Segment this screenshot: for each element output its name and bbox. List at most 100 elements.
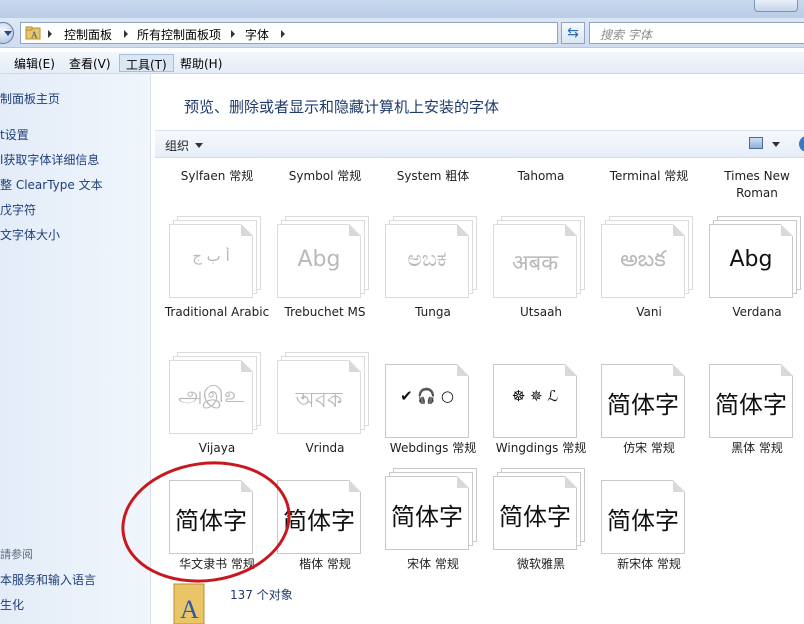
font-item-label[interactable]: Verdana	[703, 304, 804, 321]
font-item-label[interactable]: Trebuchet MS	[271, 304, 379, 321]
fonts-folder-icon: A	[173, 583, 205, 624]
menu-tools[interactable]: 工具(T)	[119, 54, 174, 72]
page-fold	[241, 480, 253, 492]
nav-link-cleartype[interactable]: 整 ClearType 文本	[0, 176, 103, 193]
menu-bar: 编辑(E) 查看(V) 工具(T) 帮助(H)	[0, 52, 804, 74]
font-item-label[interactable]: Times New Roman	[703, 168, 804, 202]
menu-edit[interactable]: 编辑(E)	[8, 54, 61, 72]
nav-link-text-services[interactable]: 本服务和输入语言	[0, 571, 96, 588]
breadcrumb-arrow-icon[interactable]	[281, 30, 285, 38]
font-sample-text: অবক	[295, 388, 343, 413]
font-item-label[interactable]: Sylfaen 常规	[163, 168, 271, 185]
font-item-icon[interactable]: অবক	[277, 350, 369, 438]
font-preview-page: అబక	[601, 224, 685, 298]
minimize-button[interactable]	[754, 0, 798, 12]
font-preview-page: 简体字	[169, 480, 253, 554]
font-sample-text: அஇஉ	[178, 383, 244, 408]
font-item-label[interactable]: System 粗体	[379, 168, 487, 185]
search-placeholder: 搜索 字体	[600, 28, 652, 42]
font-item-icon[interactable]: أ ب ج	[169, 214, 261, 302]
font-preview-page: 简体字	[493, 476, 577, 550]
font-item-icon[interactable]: 简体字	[385, 466, 477, 554]
font-item-label[interactable]: Vani	[595, 304, 703, 321]
change-view-icon[interactable]	[749, 137, 763, 149]
menu-help[interactable]: 帮助(H)	[174, 54, 228, 72]
nav-link-font-size[interactable]: 文字体大小	[0, 226, 60, 243]
help-icon[interactable]	[799, 136, 804, 152]
font-item-label[interactable]: Tunga	[379, 304, 487, 321]
folder-icon: A	[25, 26, 41, 40]
font-item-label[interactable]: 楷体 常规	[271, 556, 379, 573]
view-dropdown-icon[interactable]	[772, 142, 780, 147]
address-bar[interactable]: A 控制面板 所有控制面板项 字体	[20, 22, 571, 44]
font-sample-text: Abg	[729, 247, 773, 272]
font-item-icon[interactable]: अबक	[493, 214, 585, 302]
font-sample-text: 简体字	[283, 507, 355, 535]
page-fold	[457, 364, 469, 376]
font-preview-page: 简体字	[385, 476, 469, 550]
font-sample-text: Abg	[297, 247, 341, 272]
font-item-icon[interactable]: ಅಬಕ	[385, 214, 477, 302]
font-item-label[interactable]: 华文隶书 常规	[163, 556, 271, 573]
breadcrumb-arrow-icon[interactable]	[124, 30, 128, 38]
nav-link-control-panel-home[interactable]: 制面板主页	[0, 90, 60, 107]
font-item-label[interactable]: Tahoma	[487, 168, 595, 185]
svg-text:A: A	[31, 30, 38, 40]
command-bar: 组织	[155, 130, 804, 158]
nav-link-get-font-info[interactable]: l获取字体详细信息	[0, 151, 99, 168]
status-item-count: 137 个对象	[230, 588, 293, 602]
font-sample-text: ✔ 🎧 ○	[400, 387, 454, 405]
font-item-label[interactable]: Vijaya	[163, 440, 271, 457]
font-item-icon[interactable]: Abg	[709, 214, 801, 302]
font-item-icon[interactable]: 简体字	[709, 350, 801, 438]
font-preview-page: अबक	[493, 224, 577, 298]
font-item-icon[interactable]: 简体字	[601, 466, 693, 554]
font-item-label[interactable]: 宋体 常规	[379, 556, 487, 573]
font-item-icon[interactable]: అబక	[601, 214, 693, 302]
font-item-icon[interactable]: அஇஉ	[169, 350, 261, 438]
font-preview-page: ✔ 🎧 ○	[385, 364, 469, 438]
back-button[interactable]	[0, 22, 14, 44]
font-preview-page: أ ب ج	[169, 224, 253, 298]
page-fold	[673, 224, 685, 236]
font-item-icon[interactable]: ☸ ✵ ℒ	[493, 350, 585, 438]
search-input[interactable]: 搜索 字体	[589, 22, 804, 44]
font-item-label[interactable]: 微软雅黑	[487, 556, 595, 573]
font-item-label[interactable]: Symbol 常规	[271, 168, 379, 185]
font-sample-text: 简体字	[175, 507, 247, 535]
font-item-icon[interactable]: Abg	[277, 214, 369, 302]
breadcrumb-arrow-icon[interactable]	[231, 30, 235, 38]
font-preview-page: 简体字	[709, 364, 793, 438]
font-item-icon[interactable]: 简体字	[493, 466, 585, 554]
breadcrumb-all-items[interactable]: 所有控制面板项	[137, 26, 221, 43]
font-item-label[interactable]: 新宋体 常规	[595, 556, 703, 573]
refresh-button[interactable]: ⇆	[561, 22, 585, 44]
see-also-label: 請参阅	[0, 548, 33, 561]
breadcrumb-fonts[interactable]: 字体	[245, 26, 269, 43]
nav-link-find-character[interactable]: 戊字符	[0, 201, 36, 218]
title-strip	[0, 0, 804, 18]
font-item-label[interactable]: Terminal 常规	[595, 168, 703, 185]
organize-button[interactable]: 组织	[165, 137, 204, 154]
font-preview-page: ಅಬಕ	[385, 224, 469, 298]
font-item-icon[interactable]: 简体字	[277, 466, 369, 554]
font-item-icon[interactable]: 简体字	[169, 466, 261, 554]
font-item-icon[interactable]: ✔ 🎧 ○	[385, 350, 477, 438]
font-item-label[interactable]: Traditional Arabic	[163, 304, 271, 321]
page-fold	[565, 364, 577, 376]
font-item-label[interactable]: Wingdings 常规	[487, 440, 595, 457]
nav-link-font-settings[interactable]: t设置	[0, 126, 29, 143]
font-item-icon[interactable]: 简体字	[601, 350, 693, 438]
page-fold	[349, 480, 361, 492]
nav-link-personalize[interactable]: 生化	[0, 596, 24, 613]
menu-view[interactable]: 查看(V)	[63, 54, 117, 72]
breadcrumb-control-panel[interactable]: 控制面板	[64, 26, 112, 43]
font-item-label[interactable]: 仿宋 常规	[595, 440, 703, 457]
font-item-label[interactable]: Vrinda	[271, 440, 379, 457]
font-item-label[interactable]: Webdings 常规	[379, 440, 487, 457]
page-fold	[349, 360, 361, 372]
font-item-label[interactable]: 黑体 常规	[703, 440, 804, 457]
font-item-label[interactable]: Utsaah	[487, 304, 595, 321]
breadcrumb-arrow-icon[interactable]	[48, 30, 52, 38]
font-sample-text: अबक	[511, 251, 559, 276]
